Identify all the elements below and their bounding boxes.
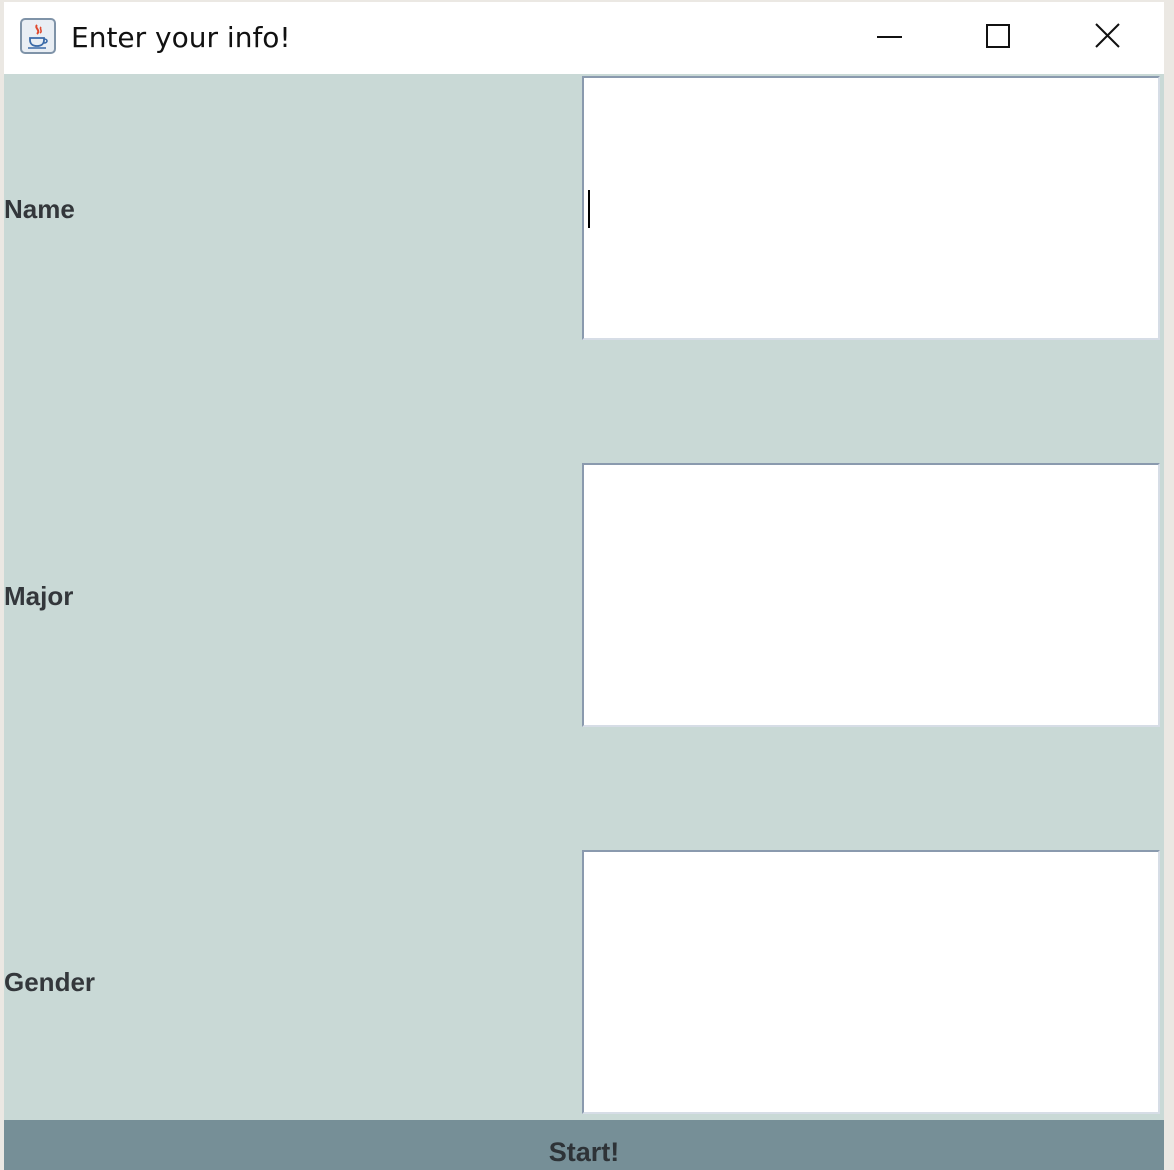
- app-window: Enter your info! Name Major Gender Start…: [4, 2, 1164, 1170]
- minimize-button[interactable]: [834, 2, 944, 74]
- window-title: Enter your info!: [71, 21, 291, 54]
- java-app-icon: [20, 18, 56, 54]
- major-label: Major: [4, 581, 74, 611]
- minimize-icon: [877, 36, 902, 38]
- start-button[interactable]: Start!: [4, 1120, 1164, 1170]
- gender-field[interactable]: [582, 850, 1160, 1114]
- major-field[interactable]: [582, 463, 1160, 727]
- close-button[interactable]: [1054, 2, 1164, 74]
- text-cursor: [588, 190, 590, 228]
- gender-label: Gender: [4, 967, 96, 997]
- maximize-button[interactable]: [944, 2, 1054, 74]
- close-icon: [1095, 23, 1120, 48]
- name-label: Name: [4, 194, 75, 224]
- title-bar[interactable]: Enter your info!: [4, 2, 1164, 74]
- name-field[interactable]: [582, 76, 1160, 340]
- maximize-icon: [986, 24, 1010, 48]
